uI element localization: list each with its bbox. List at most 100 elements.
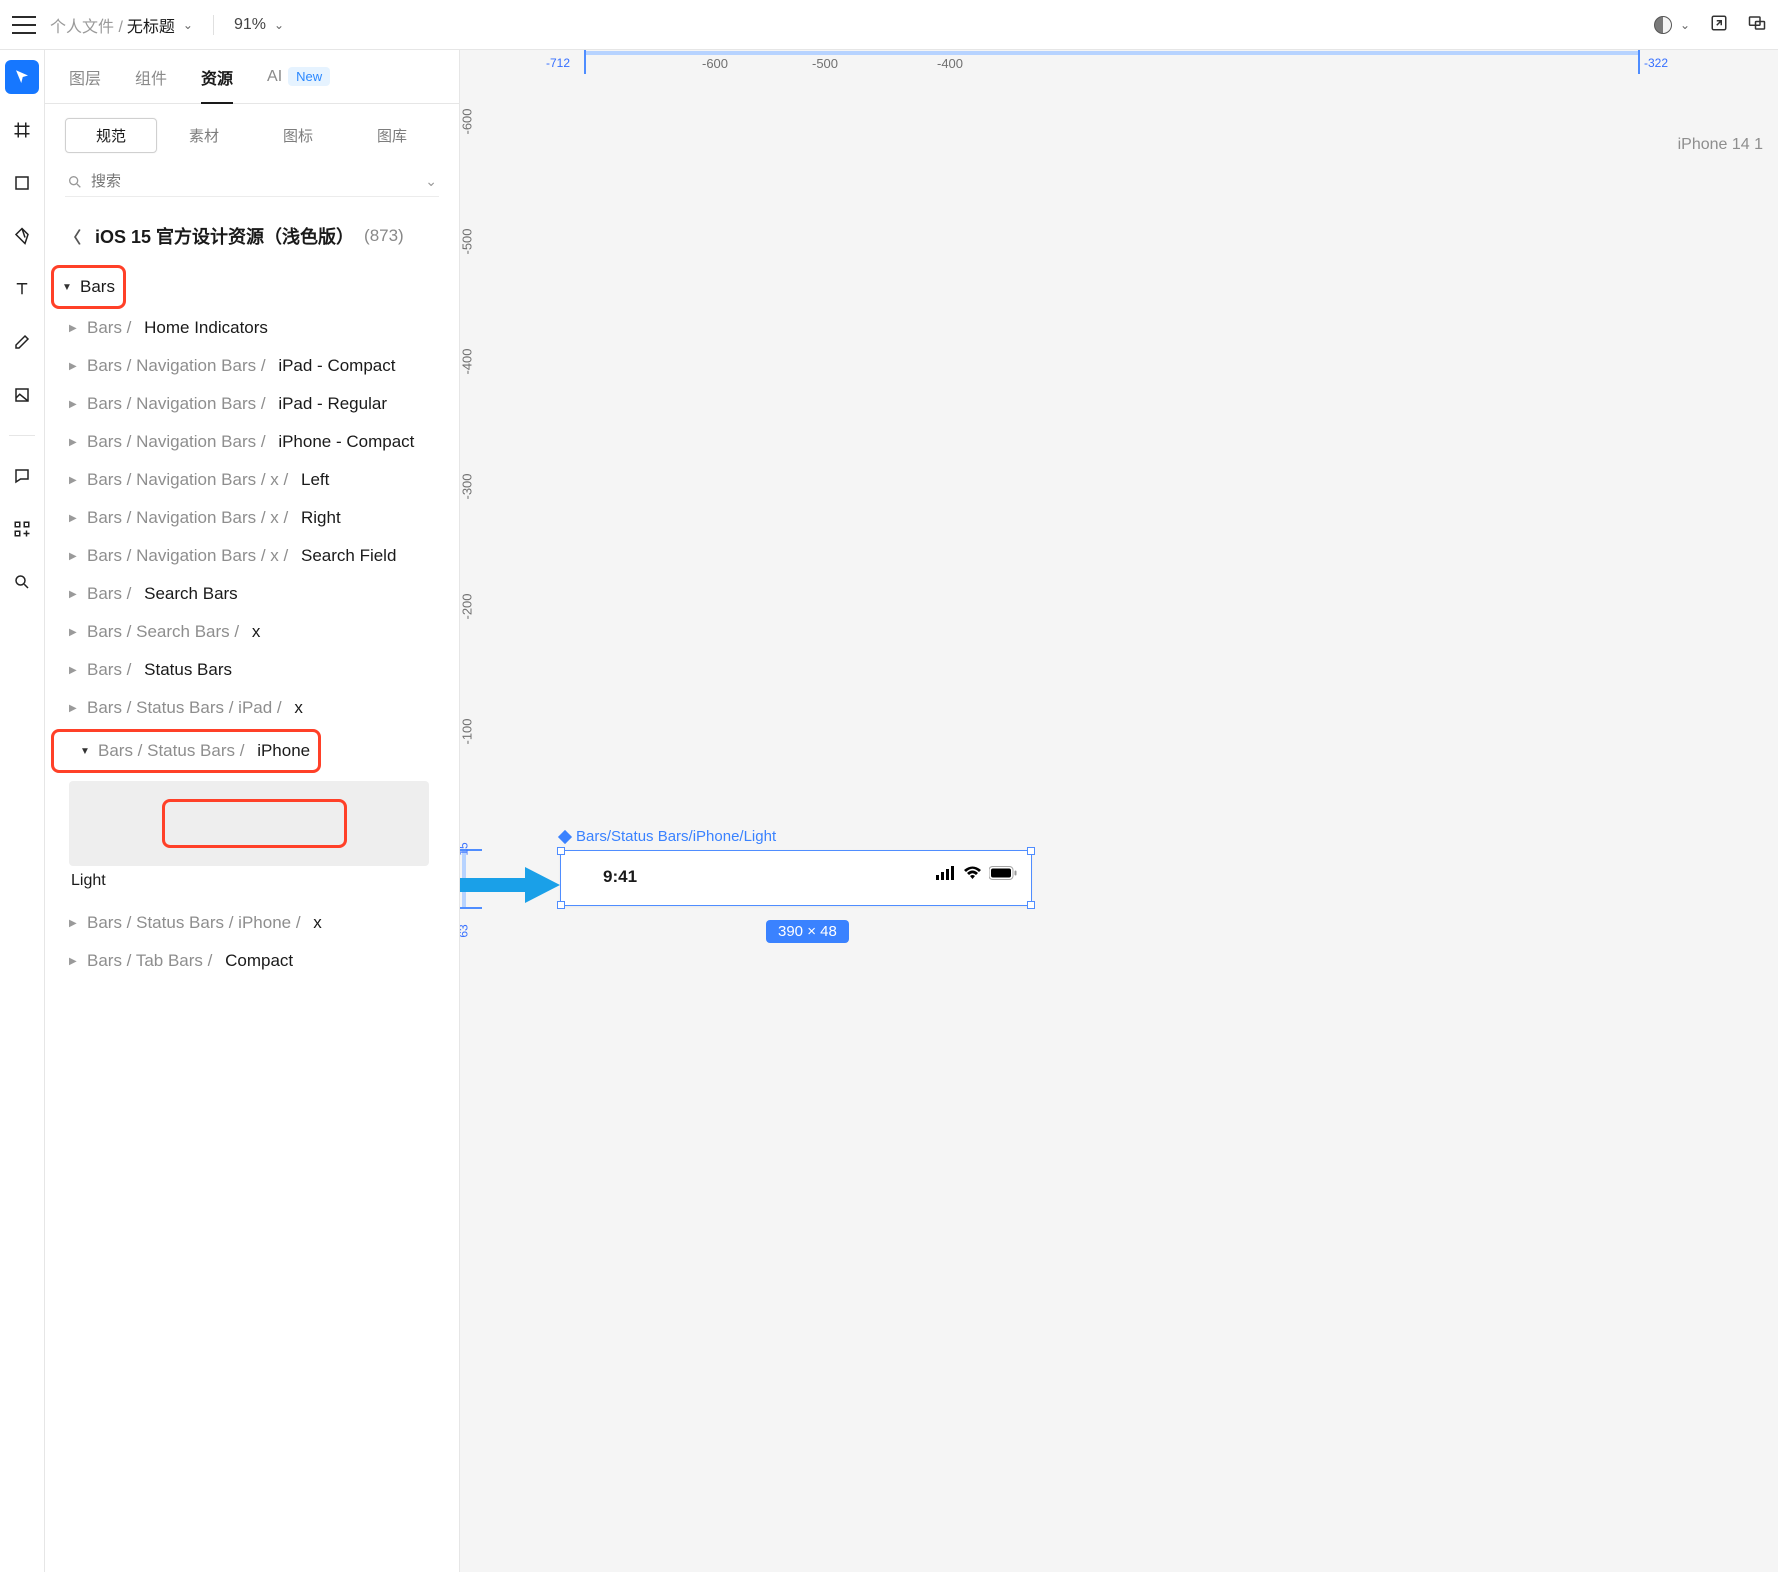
chevron-right-icon — [69, 664, 83, 676]
tree-path: Bars / Status Bars / iPhone / — [87, 913, 301, 933]
breadcrumb-parent: 个人文件 / — [50, 13, 123, 37]
tree-node[interactable]: Bars / Tab Bars / Compact — [51, 942, 447, 980]
search-tool[interactable] — [5, 565, 39, 599]
ruler-horizontal: -712 -600 -500 -400 -322 — [482, 50, 1778, 74]
half-moon-icon — [1654, 16, 1672, 34]
pen-tool[interactable] — [5, 219, 39, 253]
assets-search[interactable]: ⌄ — [65, 167, 439, 197]
tree-node[interactable]: Bars / Search Bars / x — [51, 613, 447, 651]
tree-node-statusbar-iphone[interactable]: Bars / Status Bars / iPhone — [72, 732, 318, 770]
breadcrumb[interactable]: 个人文件 / 无标题 ⌄ — [50, 13, 193, 37]
tree-leaf: x — [252, 622, 261, 642]
selection-title[interactable]: Bars/Status Bars/iPhone/Light — [560, 828, 776, 845]
signal-icon — [936, 866, 956, 880]
chevron-right-icon — [69, 917, 83, 929]
chevron-right-icon — [69, 588, 83, 600]
subtab-library[interactable]: 图库 — [345, 125, 439, 146]
zoom-dropdown[interactable]: 91% ⌄ — [234, 16, 284, 34]
search-input[interactable] — [91, 173, 417, 190]
present-button[interactable] — [1748, 14, 1766, 35]
resize-handle[interactable] — [557, 901, 565, 909]
rectangle-tool[interactable] — [5, 166, 39, 200]
chevron-right-icon — [69, 474, 83, 486]
ruler-label: 63 — [460, 924, 471, 937]
tree-leaf: x — [294, 698, 303, 718]
tree-leaf: Home Indicators — [144, 318, 268, 338]
pencil-tool[interactable] — [5, 325, 39, 359]
subtab-material[interactable]: 素材 — [157, 125, 251, 146]
tree-path: Bars / Search Bars / — [87, 622, 239, 642]
tree-node[interactable]: Bars / Navigation Bars / iPad - Regular — [51, 385, 447, 423]
tree-node[interactable]: Bars / Status Bars — [51, 651, 447, 689]
tree-path: Bars / Navigation Bars / — [87, 356, 266, 376]
tree-node-bars[interactable]: Bars — [54, 268, 123, 306]
tree-path: Bars / Navigation Bars / — [87, 394, 266, 414]
theme-toggle[interactable]: ⌄ — [1654, 16, 1690, 34]
resize-handle[interactable] — [557, 847, 565, 855]
component-icon — [558, 829, 572, 843]
subtab-spec[interactable]: 规范 — [65, 118, 157, 153]
tree-path: Bars / — [87, 318, 131, 338]
chevron-down-icon[interactable]: ⌄ — [425, 173, 437, 190]
comment-tool[interactable] — [5, 459, 39, 493]
ruler-label: -322 — [1644, 56, 1668, 70]
tab-ai[interactable]: AI New — [267, 50, 330, 103]
chevron-right-icon — [69, 626, 83, 638]
tree-path: Bars / Navigation Bars / x / — [87, 546, 288, 566]
tree-node[interactable]: Bars / Navigation Bars / x / Left — [51, 461, 447, 499]
tab-components[interactable]: 组件 — [135, 50, 167, 103]
tree-node[interactable]: Bars / Status Bars / iPad / x — [51, 689, 447, 727]
tree-node[interactable]: Bars / Navigation Bars / x / Right — [51, 499, 447, 537]
tree-node[interactable]: Bars / Search Bars — [51, 575, 447, 613]
frame-tool[interactable] — [5, 113, 39, 147]
tree-leaf: Status Bars — [144, 660, 232, 680]
tab-assets[interactable]: 资源 — [201, 50, 233, 103]
tree-node[interactable]: Bars / Navigation Bars / iPhone - Compac… — [51, 423, 447, 461]
tree-node[interactable]: Bars / Navigation Bars / x / Search Fiel… — [51, 537, 447, 575]
search-icon — [67, 174, 83, 190]
ruler-label: 15 — [460, 842, 471, 855]
new-badge: New — [288, 67, 330, 86]
selected-component[interactable]: 9:41 — [560, 850, 1032, 906]
chevron-down-icon — [80, 745, 94, 757]
ruler-vertical: -600 -500 -400 -300 -200 -100 15 63 — [460, 74, 482, 1572]
export-button[interactable] — [1710, 14, 1728, 35]
subtab-icon[interactable]: 图标 — [251, 125, 345, 146]
image-tool[interactable] — [5, 378, 39, 412]
breadcrumb-title: 无标题 — [127, 13, 175, 37]
tree-node[interactable]: Bars / Navigation Bars / iPad - Compact — [51, 347, 447, 385]
menu-button[interactable] — [12, 16, 36, 34]
resize-handle[interactable] — [1027, 901, 1035, 909]
tree-leaf: iPhone - Compact — [278, 432, 414, 452]
chevron-down-icon: ⌄ — [1680, 18, 1690, 32]
tree-node[interactable]: Bars / Home Indicators — [51, 309, 447, 347]
components-tool[interactable] — [5, 512, 39, 546]
frame-label[interactable]: iPhone 14 1 — [1678, 136, 1763, 154]
tree-leaf: x — [313, 913, 322, 933]
wifi-icon — [963, 866, 982, 880]
chevron-right-icon — [69, 322, 83, 334]
tree-leaf: iPad - Regular — [278, 394, 387, 414]
chevron-right-icon — [69, 955, 83, 967]
battery-icon — [989, 866, 1017, 880]
tree-node[interactable]: Bars / Status Bars / iPhone / x — [51, 904, 447, 942]
tab-layers[interactable]: 图层 — [69, 50, 101, 103]
back-button[interactable]: 〈 — [65, 224, 85, 248]
tree-path: Bars / — [87, 584, 131, 604]
tree-path: Bars / Navigation Bars / x / — [87, 508, 288, 528]
chevron-right-icon — [69, 436, 83, 448]
selection-dimensions: 390 × 48 — [766, 920, 849, 943]
tree-leaf: Search Field — [301, 546, 396, 566]
resize-handle[interactable] — [1027, 847, 1035, 855]
tree-label: Bars — [80, 277, 115, 297]
chevron-right-icon — [69, 398, 83, 410]
library-title: iOS 15 官方设计资源（浅色版） — [95, 223, 354, 249]
move-tool[interactable] — [5, 60, 39, 94]
tree-path: Bars / Status Bars / — [98, 741, 244, 761]
text-tool[interactable] — [5, 272, 39, 306]
arrow-annotation — [460, 865, 560, 908]
component-preview[interactable] — [69, 781, 429, 866]
tree-path: Bars / Status Bars / iPad / — [87, 698, 282, 718]
chevron-right-icon — [69, 550, 83, 562]
tree-leaf: Search Bars — [144, 584, 238, 604]
